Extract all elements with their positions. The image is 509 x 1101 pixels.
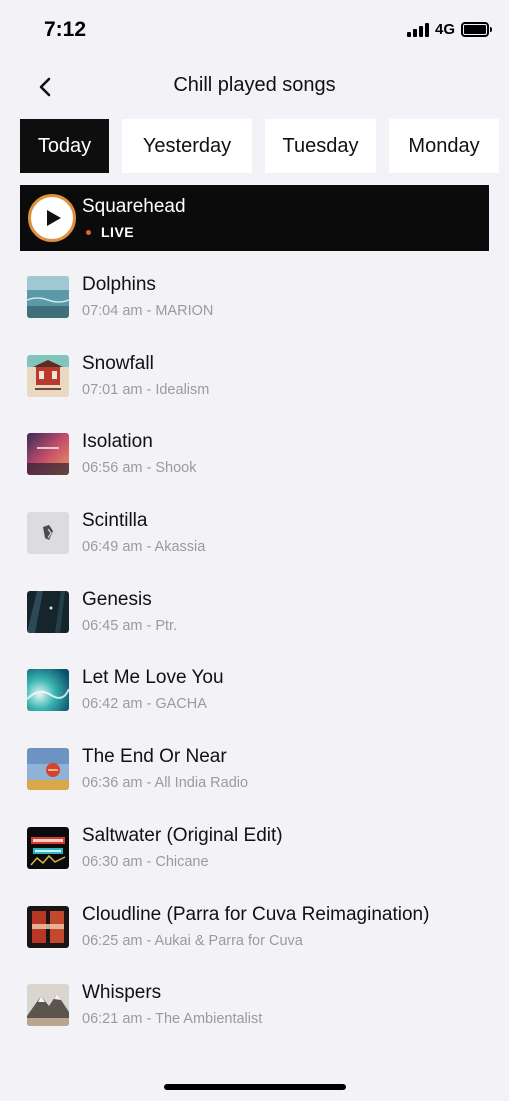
tab-today[interactable]: Today: [20, 119, 109, 173]
desert-art: [27, 748, 69, 791]
song-row[interactable]: The End Or Near 06:36 am - All India Rad…: [0, 730, 509, 809]
song-row[interactable]: Snowfall 07:01 am - Idealism: [0, 337, 509, 416]
song-row[interactable]: Cloudline (Parra for Cuva Reimagination)…: [0, 888, 509, 967]
song-row[interactable]: Dolphins 07:04 am - MARION: [0, 258, 509, 337]
network-type: 4G: [434, 21, 455, 38]
leaf-logo-art: [27, 512, 69, 555]
song-title: Scintilla: [82, 510, 148, 532]
song-row[interactable]: Genesis 06:45 am - Ptr.: [0, 573, 509, 652]
song-title: Dolphins: [82, 274, 156, 295]
song-meta: 06:45 am - Ptr.: [82, 617, 178, 634]
trance-art: [27, 826, 69, 869]
song-meta: 07:01 am - Idealism: [82, 381, 210, 398]
song-list: Dolphins 07:04 am - MARION Snowfall 07:0…: [0, 258, 509, 1045]
status-indicators: 4G: [406, 21, 492, 38]
song-meta: 06:49 am - Akassia: [82, 539, 206, 556]
dark-forest-art: [27, 590, 69, 633]
status-bar: 7:12 4G: [0, 0, 509, 60]
home-indicator[interactable]: [164, 1084, 346, 1090]
nav-header: Chill played songs: [0, 62, 509, 112]
song-title: Snowfall: [82, 352, 154, 374]
song-meta: 06:21 am - The Ambientalist: [82, 1011, 263, 1028]
song-row[interactable]: Scintilla 06:49 am - Akassia: [0, 494, 509, 573]
play-icon: [47, 210, 61, 226]
red-sky-art: [27, 905, 69, 948]
song-meta: 06:56 am - Shook: [82, 460, 197, 477]
live-track-title: Squarehead: [82, 196, 186, 217]
sunset-art: [27, 433, 69, 476]
song-meta: 06:36 am - All India Radio: [82, 775, 249, 792]
song-row[interactable]: Saltwater (Original Edit) 06:30 am - Chi…: [0, 809, 509, 888]
live-label: LIVE: [101, 224, 135, 240]
song-meta: 06:25 am - Aukai & Parra for Cuva: [82, 932, 303, 949]
tab-tuesday[interactable]: Tuesday: [265, 119, 376, 173]
teal-wave-art: [27, 669, 69, 712]
song-meta: 06:30 am - Chicane: [82, 853, 209, 870]
song-row[interactable]: Let Me Love You 06:42 am - GACHA: [0, 651, 509, 730]
song-title: Genesis: [82, 588, 152, 610]
ocean-art: [27, 276, 69, 318]
live-status: LIVE: [86, 224, 134, 240]
mountain-art: [27, 984, 69, 1027]
page-title: Chill played songs: [173, 74, 336, 96]
song-title: The End Or Near: [82, 746, 227, 768]
song-title: Let Me Love You: [82, 667, 224, 689]
song-title: Cloudline (Parra for Cuva Reimagination): [82, 903, 430, 925]
temple-art: [27, 354, 69, 397]
song-title: Isolation: [82, 431, 153, 453]
song-meta: 07:04 am - MARION: [82, 303, 214, 319]
song-title: Whispers: [82, 982, 162, 1004]
live-dot-icon: [86, 229, 91, 235]
song-title: Saltwater (Original Edit): [82, 824, 283, 846]
song-meta: 06:42 am - GACHA: [82, 696, 207, 713]
signal-icon: [406, 22, 429, 37]
play-button[interactable]: [28, 194, 76, 242]
song-row[interactable]: Isolation 06:56 am - Shook: [0, 415, 509, 494]
status-time: 7:12: [44, 18, 87, 41]
day-tabs: Today Yesterday Tuesday Monday: [20, 119, 509, 173]
tab-monday[interactable]: Monday: [389, 119, 499, 173]
live-now-playing[interactable]: Squarehead LIVE: [20, 185, 489, 251]
song-row[interactable]: Whispers 06:21 am - The Ambientalist: [0, 966, 509, 1045]
tab-yesterday[interactable]: Yesterday: [122, 119, 252, 173]
battery-icon: [461, 22, 492, 37]
